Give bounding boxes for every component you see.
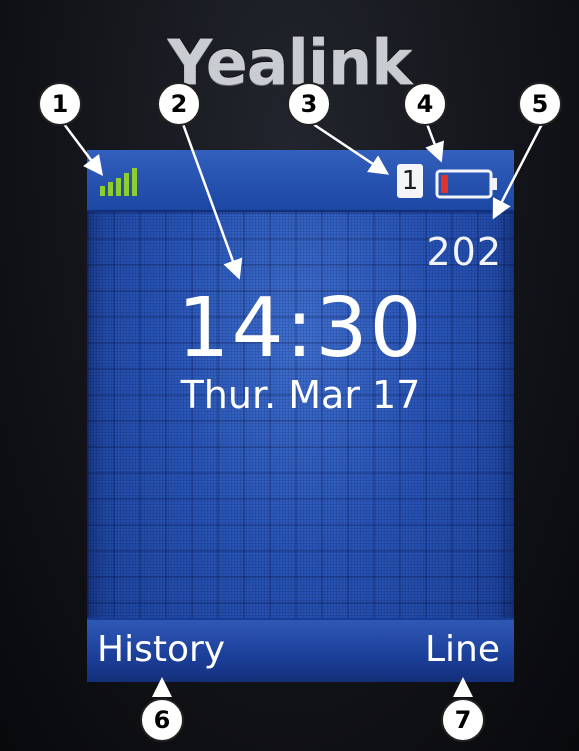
callout-marker: 2 [157,82,201,126]
line-softkey[interactable]: Line [425,628,500,672]
signal-strength-icon [100,168,137,196]
clock-time: 14:30 [177,281,424,376]
callout-marker: 5 [518,82,562,126]
clock-date: Thur. Mar 17 [180,373,421,417]
status-bar: 1 [87,150,514,212]
softkey-bar: History Line [87,618,514,682]
extension-number: 202 [426,230,502,274]
callout-marker: 3 [287,82,331,126]
callout-marker: 4 [403,82,447,126]
handset-screen: 1 202 14:30 Thur. Mar 17 History Line [87,150,514,682]
battery-low-icon [435,169,497,199]
history-softkey[interactable]: History [97,628,225,672]
line-indicator-icon: 1 [397,164,423,198]
phone-photo: Yealink 1 202 14:30 Thur. Mar 17 History… [0,0,579,751]
callout-marker: 6 [140,698,184,742]
callout-marker: 7 [441,698,485,742]
callout-marker: 1 [38,82,82,126]
brand-logo: Yealink [167,26,413,99]
